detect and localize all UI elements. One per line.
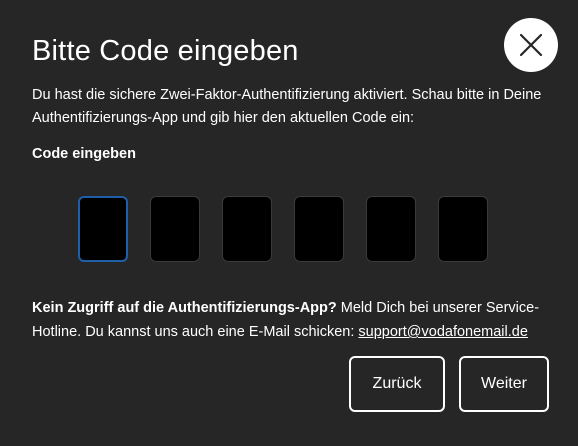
back-button[interactable]: Zurück xyxy=(349,356,445,412)
next-button[interactable]: Weiter xyxy=(459,356,549,412)
close-button[interactable] xyxy=(504,18,558,72)
code-digit-3[interactable] xyxy=(222,196,272,262)
code-input-row xyxy=(78,196,488,262)
code-digit-4[interactable] xyxy=(294,196,344,262)
two-factor-dialog: Bitte Code eingeben Du hast die sichere … xyxy=(0,0,578,446)
help-text: Kein Zugriff auf die Authentifizierungs-… xyxy=(32,296,552,344)
help-bold: Kein Zugriff auf die Authentifizierungs-… xyxy=(32,300,337,316)
code-digit-6[interactable] xyxy=(438,196,488,262)
dialog-description: Du hast die sichere Zwei-Faktor-Authenti… xyxy=(32,87,542,126)
dialog-title: Bitte Code eingeben xyxy=(32,35,299,67)
code-digit-5[interactable] xyxy=(366,196,416,262)
support-email-link[interactable]: support@vodafonemail.de xyxy=(358,324,528,340)
code-digit-1[interactable] xyxy=(78,196,128,262)
code-label: Code eingeben xyxy=(32,146,136,162)
close-icon xyxy=(519,33,543,57)
code-digit-2[interactable] xyxy=(150,196,200,262)
